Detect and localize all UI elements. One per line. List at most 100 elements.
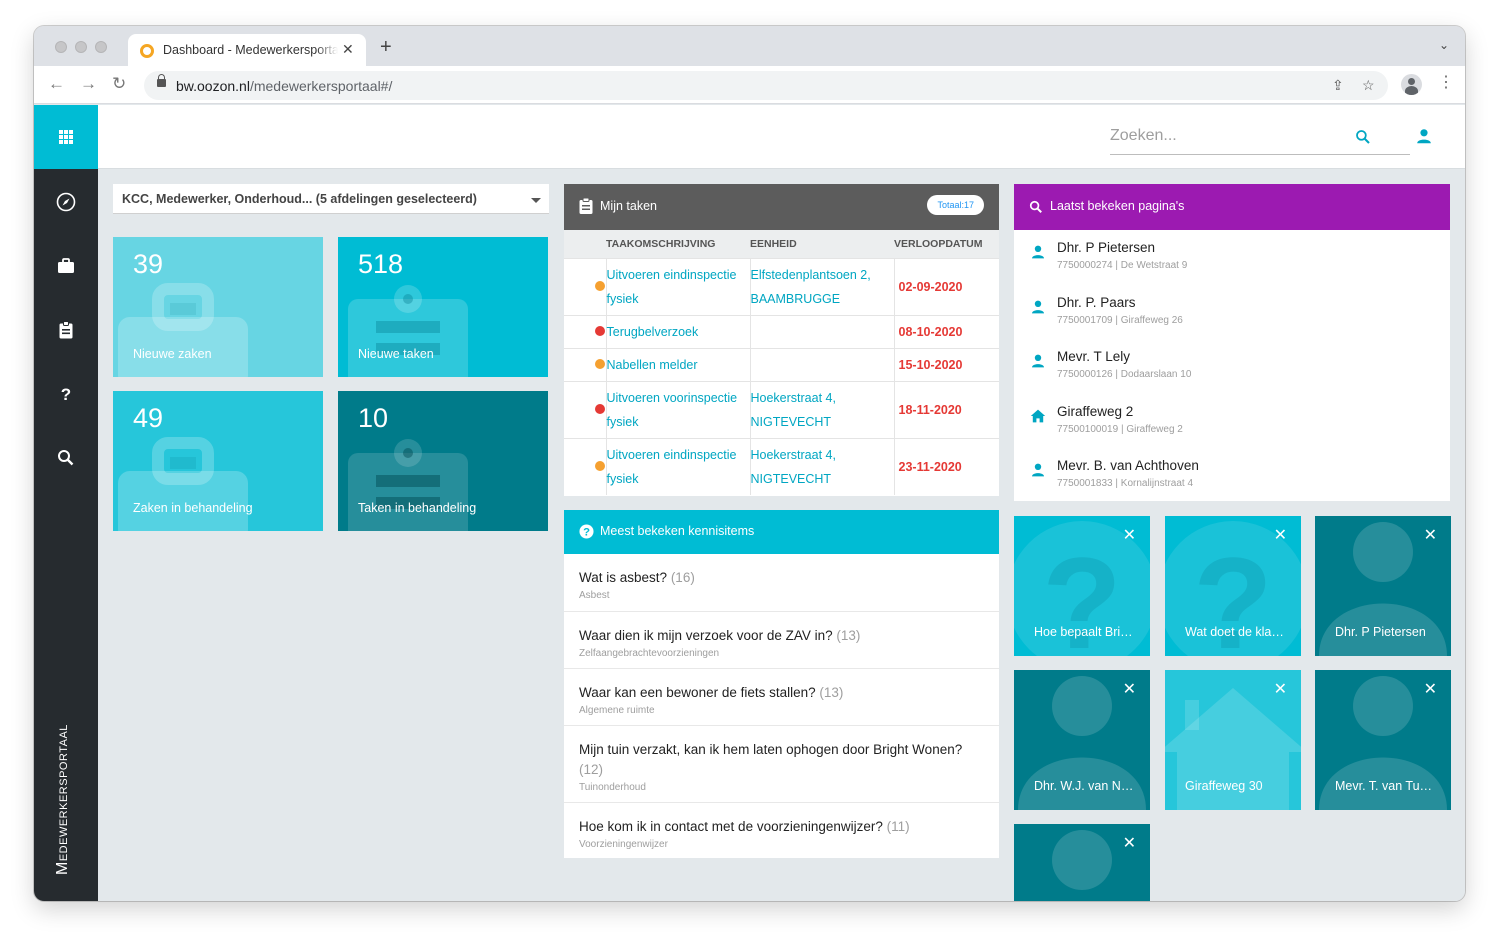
share-icon[interactable]: ⇪ (1332, 77, 1344, 94)
department-select[interactable]: KCC, Medewerker, Onderhoud... (5 afdelin… (113, 184, 549, 214)
close-icon[interactable]: ✕ (1274, 528, 1287, 544)
close-icon[interactable]: ✕ (1123, 682, 1136, 698)
favorite-tile[interactable]: ? ✕ Wat doet de klantenservice (1165, 516, 1301, 656)
recent-pages-header: Laatst bekeken pagina's (1014, 184, 1450, 230)
favorite-tile[interactable]: ✕ Dhr. W.J. van Nijkerk (1014, 670, 1150, 810)
forward-button[interactable]: → (80, 75, 97, 92)
back-button[interactable]: ← (48, 75, 65, 92)
table-row[interactable]: Uitvoeren voorinspectie fysiek Hoekerstr… (564, 380, 999, 438)
kb-view-count: (12) (579, 762, 604, 777)
favorite-tile[interactable]: ✕ Dhr. P Pietersen (1315, 516, 1451, 656)
bookmark-star-icon[interactable]: ☆ (1362, 77, 1375, 94)
search-icon[interactable] (56, 448, 76, 468)
close-icon[interactable]: ✕ (1274, 682, 1287, 698)
app-header: Zoeken... (98, 105, 1465, 169)
kb-view-count: (13) (819, 685, 844, 700)
clipboard-icon (579, 198, 593, 214)
table-row[interactable]: Uitvoeren eindinspectie fysiek Elfsteden… (564, 257, 999, 315)
kb-category: Zelfaangebrachtevoorzieningen (579, 648, 720, 659)
browser-toolbar: ← → ↻ bw.oozon.nl/medewerkersportaal#/ ⇪… (34, 66, 1465, 104)
recent-name: Mevr. B. van Achthoven (1057, 458, 1199, 473)
address-bar[interactable]: bw.oozon.nl/medewerkersportaal#/ ⇪ ☆ (144, 71, 1388, 100)
table-row[interactable]: Nabellen melder 15-10-2020 (564, 347, 999, 381)
app-root: ? Medewerkersportaal Zoeken... KCC, Mede… (34, 105, 1465, 901)
tab-close-icon[interactable]: ✕ (342, 41, 354, 58)
list-item[interactable]: Mevr. T Lely 7750000126 | Dodaarslaan 10 (1014, 339, 1450, 394)
column-header[interactable]: VERLOOPDATUM (894, 230, 999, 258)
favorite-tile[interactable]: ? ✕ Hoe bepaalt Bright Wonen (1014, 516, 1150, 656)
task-unit-link[interactable]: Hoekerstraat 4, NIGTEVECHT (751, 448, 836, 486)
chevron-down-icon (531, 198, 541, 203)
favorite-label: Giraffeweg 30 (1185, 779, 1263, 793)
my-tasks-title: Mijn taken (600, 199, 657, 213)
favorite-label: Dhr. P Pietersen (1335, 625, 1426, 639)
task-description-link[interactable]: Uitvoeren eindinspectie fysiek (607, 268, 737, 306)
tasks-table-header: TAAKOMSCHRIJVING EENHEID VERLOOPDATUM (564, 230, 999, 258)
department-select-value: KCC, Medewerker, Onderhoud... (5 afdelin… (122, 192, 477, 206)
stat-tile-new-cases[interactable]: 39 Nieuwe zaken (113, 237, 323, 377)
reload-button[interactable]: ↻ (112, 75, 126, 92)
minimize-window-button[interactable] (75, 41, 87, 53)
column-header[interactable]: EENHEID (750, 230, 894, 258)
knowledge-list: Wat is asbest? (16) Asbest Waar dien ik … (564, 554, 999, 858)
kb-question: Hoe kom ik in contact met de voorziening… (579, 819, 883, 834)
task-description-link[interactable]: Uitvoeren eindinspectie fysiek (607, 448, 737, 486)
table-row[interactable]: Uitvoeren eindinspectie fysiek Hoekerstr… (564, 437, 999, 495)
favorite-label: Hoe bepaalt Bright Wonen (1034, 625, 1134, 639)
favorite-tile[interactable]: ✕ Giraffeweg 30 (1165, 670, 1301, 810)
profile-avatar-icon[interactable] (1401, 74, 1422, 95)
list-item[interactable]: Dhr. P Pietersen 7750000274 | De Wetstra… (1014, 230, 1450, 285)
close-icon[interactable]: ✕ (1123, 528, 1136, 544)
browser-menu-icon[interactable]: ⋮ (1438, 75, 1454, 91)
home-icon (1030, 409, 1046, 422)
list-item[interactable]: Waar kan een bewoner de fiets stallen? (… (564, 668, 999, 725)
new-tab-button[interactable]: + (380, 37, 392, 57)
table-row[interactable]: Terugbelverzoek 08-10-2020 (564, 314, 999, 348)
stat-tile-tasks-in-progress[interactable]: 10 Taken in behandeling (338, 391, 548, 531)
sidebar: ? Medewerkersportaal (34, 105, 98, 901)
list-item[interactable]: Hoe kom ik in contact met de voorziening… (564, 802, 999, 858)
stat-tile-new-tasks[interactable]: 518 Nieuwe taken (338, 237, 548, 377)
search-placeholder: Zoeken... (1110, 127, 1177, 144)
task-description-link[interactable]: Nabellen melder (607, 358, 698, 372)
stat-label: Zaken in behandeling (133, 501, 253, 515)
search-icon (1029, 200, 1042, 213)
recent-subtitle: 7750001709 | Giraffeweg 26 (1057, 314, 1183, 326)
list-item[interactable]: Waar dien ik mijn verzoek voor de ZAV in… (564, 611, 999, 668)
browser-tab[interactable]: Dashboard - Medewerkersportaal ✕ (128, 34, 366, 66)
knowledge-header: ? Meest bekeken kennisitems (564, 510, 999, 554)
task-unit-link[interactable]: Elfstedenplantsoen 2, BAAMBRUGGE (751, 268, 871, 306)
close-icon[interactable]: ✕ (1123, 836, 1136, 852)
favorite-tile[interactable]: ✕ Mevr. T. van Turnhout (1315, 670, 1451, 810)
close-icon[interactable]: ✕ (1424, 528, 1437, 544)
stat-label: Nieuwe taken (358, 347, 434, 361)
person-icon (1032, 300, 1044, 313)
close-window-button[interactable] (55, 41, 67, 53)
total-badge: Totaal:17 (927, 195, 984, 215)
list-item[interactable]: Dhr. P. Paars 7750001709 | Giraffeweg 26 (1014, 285, 1450, 340)
close-icon[interactable]: ✕ (1424, 682, 1437, 698)
maximize-window-button[interactable] (95, 41, 107, 53)
task-unit-link[interactable]: Hoekerstraat 4, NIGTEVECHT (751, 391, 836, 429)
list-item[interactable]: Mevr. B. van Achthoven 7750001833 | Korn… (1014, 448, 1450, 503)
briefcase-icon[interactable] (56, 256, 76, 276)
task-description-link[interactable]: Uitvoeren voorinspectie fysiek (607, 391, 738, 429)
list-item[interactable]: Mijn tuin verzakt, kan ik hem laten opho… (564, 725, 999, 802)
help-icon[interactable]: ? (56, 384, 76, 404)
recent-subtitle: 7750000126 | Dodaarslaan 10 (1057, 369, 1192, 380)
column-header[interactable]: TAAKOMSCHRIJVING (606, 230, 750, 258)
favorite-tile[interactable]: ✕ (1014, 824, 1150, 901)
app-grid-button[interactable] (34, 105, 98, 169)
clipboard-icon[interactable] (56, 320, 76, 340)
stat-value: 10 (358, 403, 389, 433)
compass-icon[interactable] (56, 192, 76, 212)
search-icon[interactable] (1355, 129, 1371, 145)
list-item[interactable]: Wat is asbest? (16) Asbest (564, 554, 999, 611)
stat-tile-cases-in-progress[interactable]: 49 Zaken in behandeling (113, 391, 323, 531)
tasks-table: TAAKOMSCHRIJVING EENHEID VERLOOPDATUM Ui… (564, 230, 999, 495)
status-dot-orange (594, 358, 605, 369)
tab-search-icon[interactable]: ⌄ (1439, 38, 1449, 52)
list-item[interactable]: Giraffeweg 2 77500100019 | Giraffeweg 2 (1014, 394, 1450, 449)
task-description-link[interactable]: Terugbelverzoek (607, 325, 699, 339)
user-account-icon[interactable] (1416, 128, 1432, 144)
